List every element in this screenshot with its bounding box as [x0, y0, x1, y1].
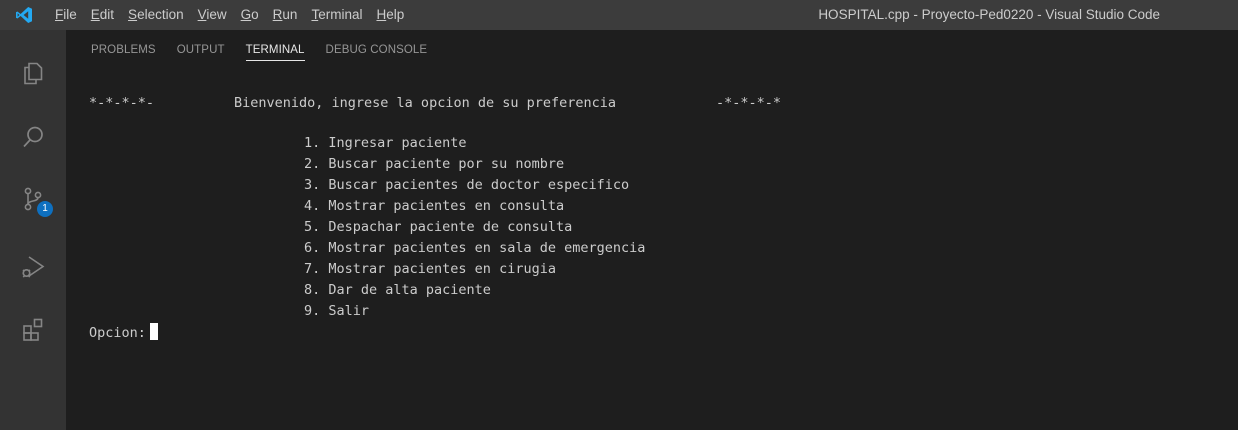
menu-selection[interactable]: Selection — [121, 0, 191, 30]
terminal-header-left: *-*-*-*- — [89, 95, 155, 111]
panel-tabs: PROBLEMS OUTPUT TERMINAL DEBUG CONSOLE — [66, 30, 427, 74]
vscode-logo-icon[interactable] — [0, 0, 48, 30]
menu-option: 8. Dar de alta paciente — [304, 282, 491, 298]
terminal-header-right: -*-*-*-* — [716, 95, 782, 111]
menu-view[interactable]: View — [191, 0, 234, 30]
explorer-icon[interactable] — [0, 46, 66, 100]
activity-bar: 1 — [0, 30, 66, 430]
menu-option: 3. Buscar pacientes de doctor especifico — [304, 177, 630, 193]
menu-help[interactable]: Help — [369, 0, 411, 30]
tab-output[interactable]: OUTPUT — [177, 30, 225, 74]
menu-edit[interactable]: Edit — [84, 0, 121, 30]
extensions-icon[interactable] — [0, 302, 66, 356]
menu-bar: File Edit Selection View Go Run Terminal… — [48, 0, 411, 30]
menu-option: 5. Despachar paciente de consulta — [304, 219, 573, 235]
search-icon[interactable] — [0, 110, 66, 164]
tab-debug-console[interactable]: DEBUG CONSOLE — [326, 30, 428, 74]
menu-go[interactable]: Go — [234, 0, 266, 30]
menu-file[interactable]: File — [48, 0, 84, 30]
menu-run[interactable]: Run — [266, 0, 305, 30]
terminal-header-text: Bienvenido, ingrese la opcion de su pref… — [234, 95, 617, 111]
menu-option: 7. Mostrar pacientes en cirugia — [304, 261, 556, 277]
source-control-badge: 1 — [37, 201, 53, 217]
menu-option: 2. Buscar paciente por su nombre — [304, 156, 565, 172]
run-debug-icon[interactable] — [0, 240, 66, 294]
terminal-prompt-line[interactable]: Opcion: — [89, 323, 158, 344]
source-control-icon[interactable]: 1 — [0, 172, 66, 226]
tab-problems[interactable]: PROBLEMS — [91, 30, 156, 74]
menu-option: 9. Salir — [304, 303, 370, 319]
terminal-prompt: Opcion: — [89, 325, 146, 341]
title-bar: File Edit Selection View Go Run Terminal… — [0, 0, 1238, 30]
menu-terminal[interactable]: Terminal — [304, 0, 369, 30]
tab-terminal[interactable]: TERMINAL — [245, 30, 305, 74]
menu-option: 6. Mostrar pacientes en sala de emergenc… — [304, 240, 646, 256]
terminal-panel: PROBLEMS OUTPUT TERMINAL DEBUG CONSOLE *… — [66, 30, 1238, 430]
menu-option: 1. Ingresar paciente — [304, 135, 467, 151]
menu-option: 4. Mostrar pacientes en consulta — [304, 198, 565, 214]
terminal-cursor — [149, 323, 158, 340]
